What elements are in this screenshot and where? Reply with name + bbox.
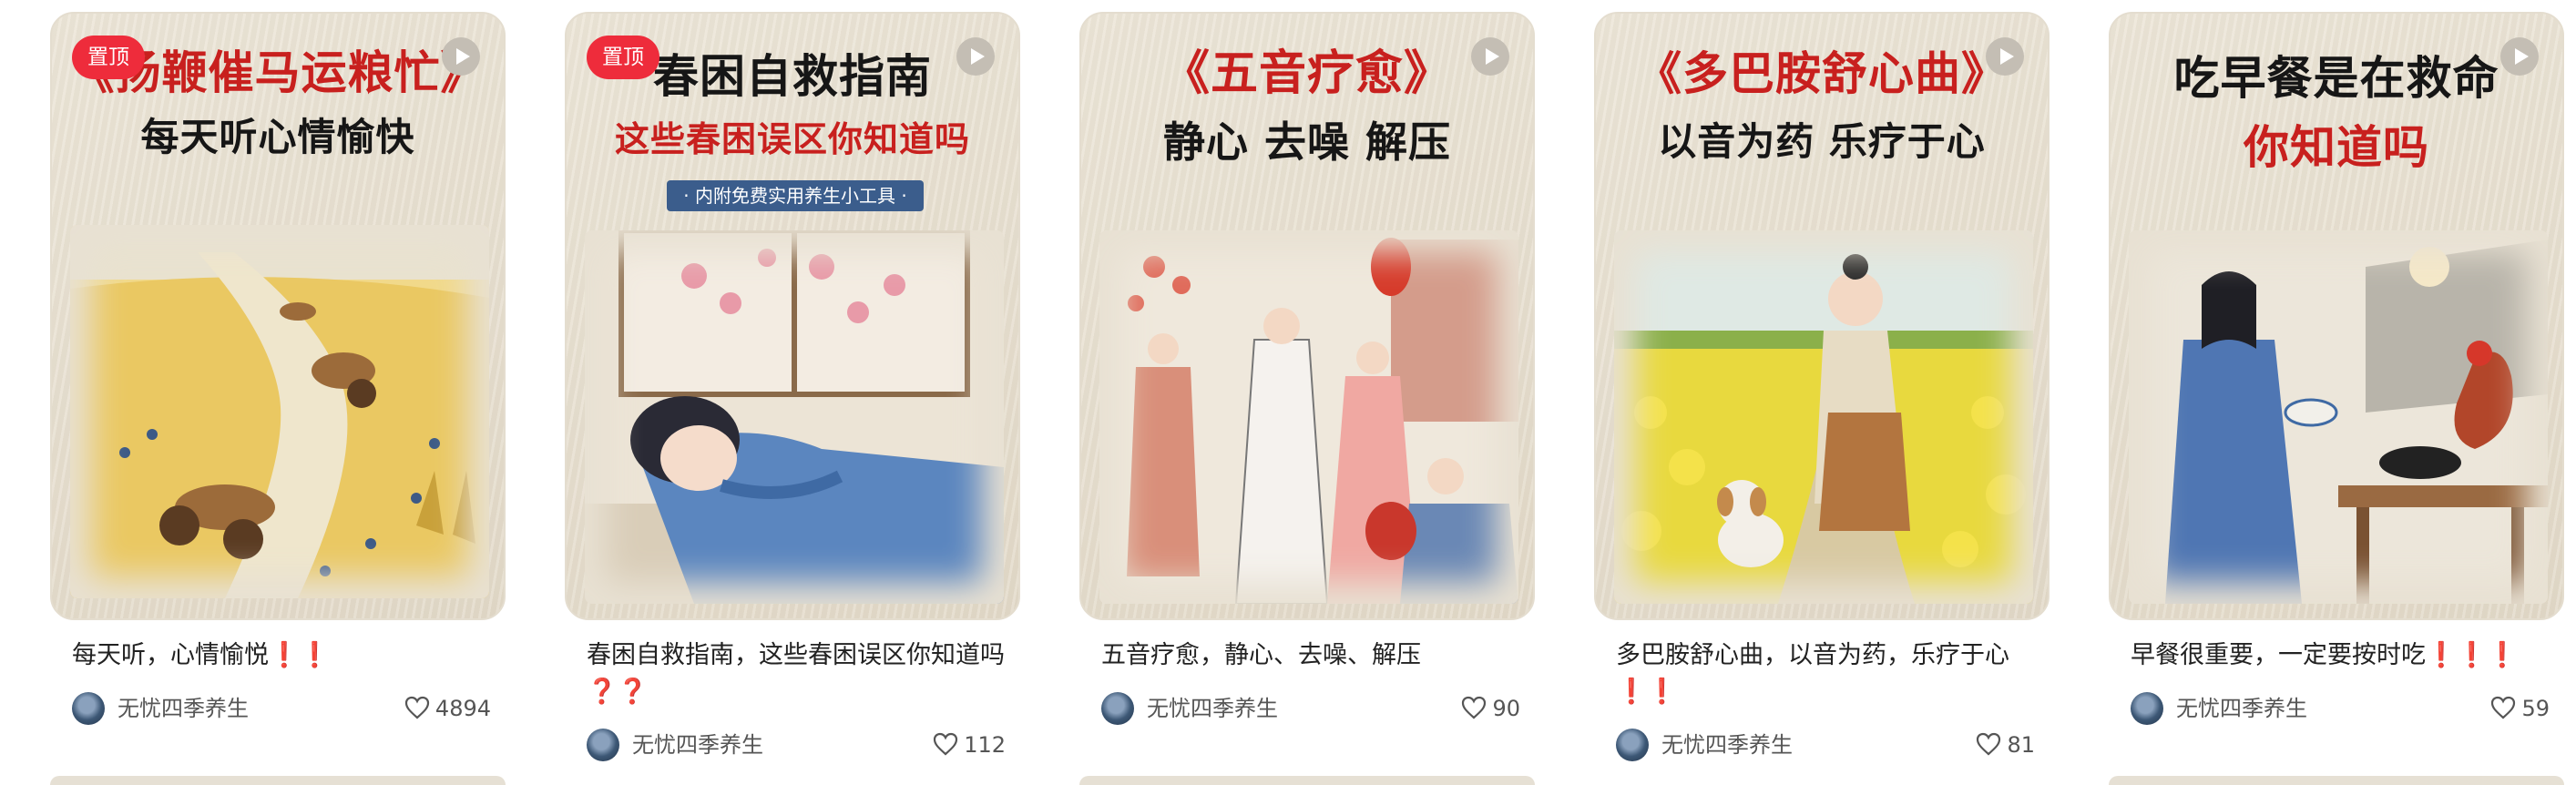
card-caption[interactable]: 多巴胺舒心曲，以音为药，乐疗于心 ❗❗ [1616,637,2035,710]
like-count: 112 [964,732,1006,758]
play-icon[interactable] [442,37,480,76]
caption-emphasis: ❗❗ [1616,678,1678,706]
play-icon[interactable] [1471,37,1509,76]
card-meta: 无忧四季养生 90 [1101,690,1520,727]
like-count: 59 [2521,696,2550,721]
cover-subtitle: 静心 去噪 解压 [1162,117,1452,167]
author-avatar[interactable] [2131,692,2163,725]
author-avatar[interactable] [1616,729,1649,761]
cover-subtitle: 你知道吗 [2244,120,2429,174]
cover-title: 吃早餐是在救命 [2173,51,2499,105]
like-count: 90 [1492,696,1520,721]
author-avatar[interactable] [72,692,105,725]
play-icon[interactable] [956,37,995,76]
next-row-card-top [50,776,506,785]
card-cover[interactable]: 置顶 《扬鞭催马运粮忙》 每天听心情愉快 [50,12,506,620]
heart-icon [404,696,430,719]
heart-icon [1977,732,2001,756]
next-row-card-top [2109,776,2564,785]
feed-card[interactable]: 吃早餐是在救命 你知道吗 早餐很重要，一定要按时吃❗❗❗ 无忧四季养生 59 [2109,0,2564,785]
card-cover[interactable]: 吃早餐是在救命 你知道吗 [2109,12,2564,620]
cover-title: 《五音疗愈》 [1161,46,1452,101]
author-avatar[interactable] [1101,692,1134,725]
heart-icon [934,732,958,756]
like-count: 81 [2007,732,2035,758]
feed-card[interactable]: 《多巴胺舒心曲》 以音为药 乐疗于心 多巴胺舒心曲，以音为药，乐疗于心 ❗❗ 无… [1594,0,2050,783]
author-avatar[interactable] [587,729,619,761]
cover-tag: · 内附免费实用养生小工具 · [667,180,924,211]
next-row-card-top [1079,776,1535,785]
author-name[interactable]: 无忧四季养生 [1661,727,1793,763]
card-meta: 无忧四季养生 112 [587,727,1006,763]
caption-emphasis: ❗❗ [269,641,331,669]
like-button[interactable]: 4894 [404,690,491,727]
video-feed-grid: 置顶 《扬鞭催马运粮忙》 每天听心情愉快 每天听，心情愉悦❗❗ 无忧四季养生 4… [0,0,2576,785]
pinned-badge: 置顶 [587,36,659,79]
caption-emphasis: ❗❗❗ [2426,641,2518,669]
like-count: 4894 [434,696,491,721]
feed-card[interactable]: 置顶 春困自救指南 这些春困误区你知道吗 · 内附免费实用养生小工具 · 春困自… [565,0,1020,783]
cover-illustration [1614,230,2033,604]
like-button[interactable]: 81 [1976,727,2035,763]
play-icon[interactable] [1986,37,2024,76]
heart-icon [1462,696,1487,719]
caption-emphasis: ❓❓ [587,678,649,706]
cover-subtitle: 每天听心情愉快 [140,115,415,159]
card-meta: 无忧四季养生 59 [2131,690,2550,727]
feed-card[interactable]: 《五音疗愈》 静心 去噪 解压 五音疗愈，静心、去噪、解压 无忧四季养生 90 [1079,0,1535,785]
play-icon[interactable] [2500,37,2539,76]
card-caption[interactable]: 春困自救指南，这些春困误区你知道吗❓❓ [587,637,1006,710]
like-button[interactable]: 90 [1461,690,1520,727]
cover-illustration [2129,230,2548,604]
pinned-badge: 置顶 [72,36,145,79]
card-cover[interactable]: 置顶 春困自救指南 这些春困误区你知道吗 · 内附免费实用养生小工具 · [565,12,1020,620]
author-name[interactable]: 无忧四季养生 [118,690,249,727]
card-meta: 无忧四季养生 81 [1616,727,2035,763]
cover-title: 《多巴胺舒心曲》 [1636,46,2008,100]
author-name[interactable]: 无忧四季养生 [632,727,763,763]
card-cover[interactable]: 《多巴胺舒心曲》 以音为药 乐疗于心 [1594,12,2050,620]
cover-illustration [70,225,489,598]
like-button[interactable]: 112 [933,727,1006,763]
card-cover[interactable]: 《五音疗愈》 静心 去噪 解压 [1079,12,1535,620]
cover-subtitle: 这些春困误区你知道吗 [614,118,970,159]
cover-illustration [585,230,1004,604]
author-name[interactable]: 无忧四季养生 [1147,690,1278,727]
card-meta: 无忧四季养生 4894 [72,690,491,727]
cover-subtitle: 以音为药 乐疗于心 [1658,119,1986,164]
cover-illustration [1099,230,1518,604]
author-name[interactable]: 无忧四季养生 [2176,690,2307,727]
card-caption[interactable]: 五音疗愈，静心、去噪、解压 [1101,637,1520,674]
card-caption[interactable]: 早餐很重要，一定要按时吃❗❗❗ [2131,637,2550,674]
feed-card[interactable]: 置顶 《扬鞭催马运粮忙》 每天听心情愉快 每天听，心情愉悦❗❗ 无忧四季养生 4… [50,0,506,785]
card-caption[interactable]: 每天听，心情愉悦❗❗ [72,637,491,674]
like-button[interactable]: 59 [2490,690,2550,727]
heart-icon [2491,696,2516,719]
